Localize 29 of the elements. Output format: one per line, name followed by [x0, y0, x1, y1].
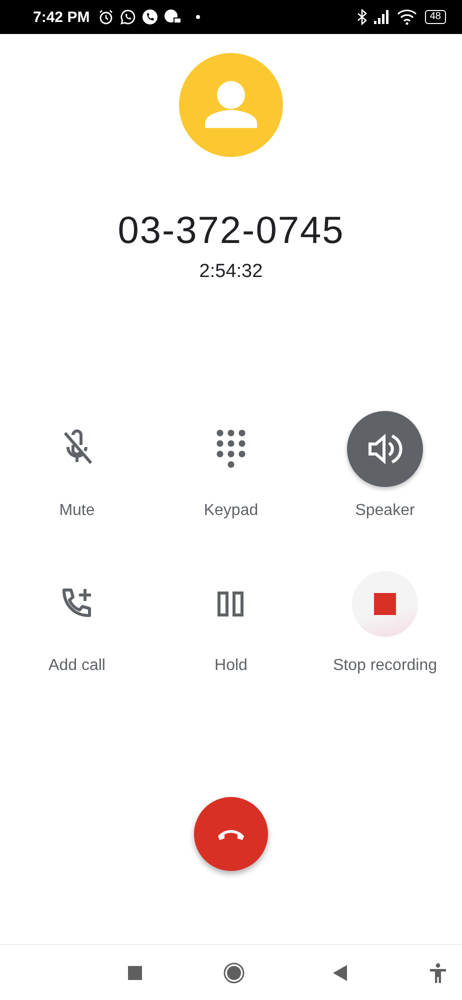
more-notifications-icon	[196, 15, 200, 19]
call-control-button[interactable]: Add call	[39, 566, 115, 675]
call-control-button[interactable]: Speaker	[347, 411, 423, 520]
pause-icon	[217, 591, 245, 617]
signal-icon	[372, 10, 391, 24]
stop-square-icon	[374, 593, 396, 615]
back-icon[interactable]	[333, 964, 347, 980]
phone-number: 03-372-0745	[118, 210, 344, 253]
alarm-clock-icon	[98, 9, 114, 25]
home-icon[interactable]	[223, 962, 245, 984]
chat-bubble-icon	[120, 9, 136, 25]
hang-up-icon	[216, 827, 246, 841]
dialpad-icon	[215, 429, 247, 469]
bluetooth-icon	[356, 9, 367, 25]
speaker-icon	[367, 433, 403, 465]
battery-indicator: 48	[424, 10, 446, 24]
status-time: 7:42 PM	[33, 8, 90, 26]
accessibility-icon[interactable]	[429, 962, 447, 982]
call-control-button[interactable]: Hold	[193, 566, 269, 675]
recents-icon[interactable]	[128, 966, 142, 980]
call-duration: 2:54:32	[199, 261, 263, 283]
end-call-button[interactable]	[194, 797, 268, 871]
call-control-button[interactable]: Keypad	[193, 411, 269, 520]
wifi-icon	[396, 9, 417, 25]
phone-icon	[142, 9, 158, 25]
notification-icon	[164, 9, 182, 25]
call-control-button[interactable]: Stop recording	[332, 566, 438, 675]
contact-avatar-icon	[179, 53, 283, 157]
call-control-button[interactable]: Mute	[39, 411, 115, 520]
